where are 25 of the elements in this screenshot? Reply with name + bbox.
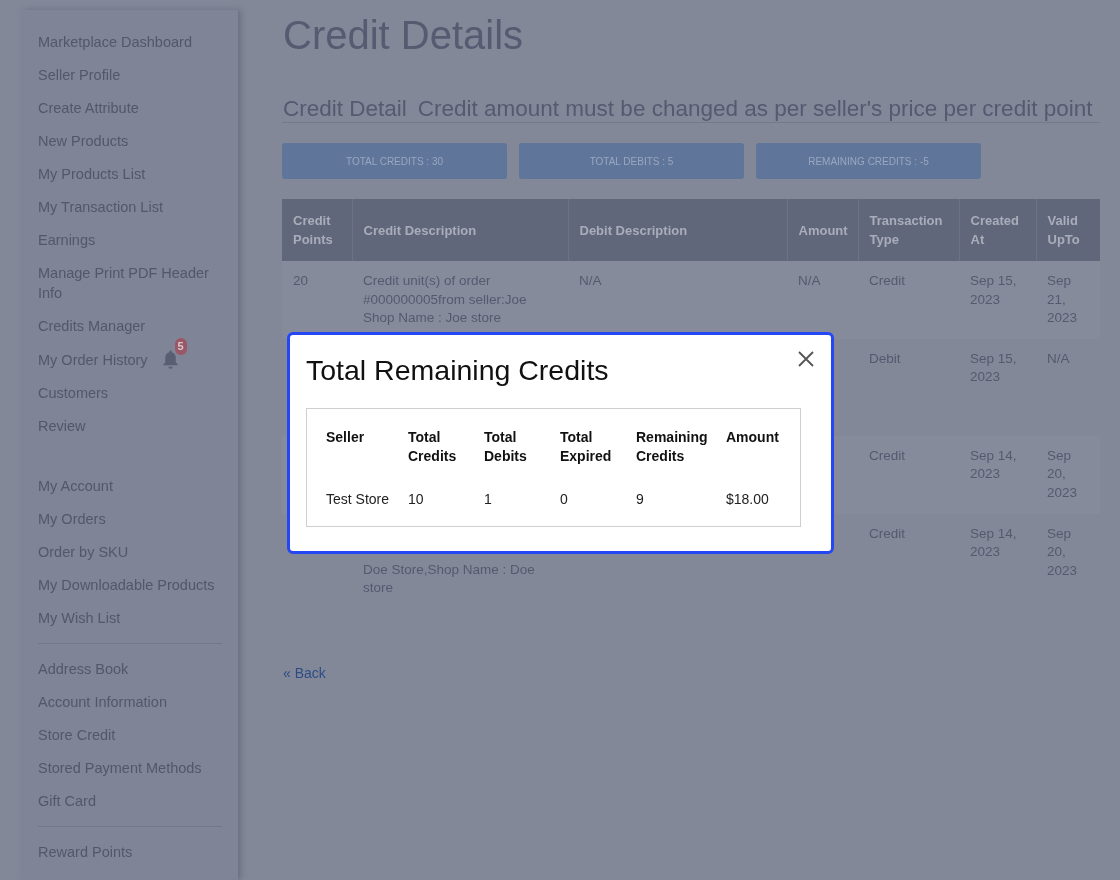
column-header: Total Credits — [408, 428, 458, 466]
column-header: Credit Points — [282, 199, 352, 261]
table-cell-text: 1 — [484, 490, 493, 509]
column-header: Seller — [326, 428, 366, 447]
table-cell-text: $18.00 — [726, 490, 770, 509]
column-header: Remaining Credits — [636, 428, 709, 466]
table-cell-text: Test Store — [326, 490, 391, 509]
column-header: Credit Description — [352, 199, 568, 261]
summary-button[interactable]: TOTAL CREDITS : 30 — [282, 143, 507, 179]
column-header: Created At — [959, 199, 1036, 261]
table-cell-text: 0 — [560, 490, 569, 509]
modal-title: Total Remaining Credits — [306, 353, 609, 388]
column-header: Total Debits — [484, 428, 528, 466]
column-header: Debit Description — [568, 199, 787, 261]
column-header: Amount — [726, 428, 780, 447]
table-cell-text: 10 — [408, 490, 425, 509]
notification-badge: 5 — [174, 338, 187, 355]
column-header: Amount — [787, 199, 858, 261]
column-header: Total Expired — [560, 428, 613, 466]
close-button[interactable] — [797, 350, 815, 368]
table-cell-text: 9 — [636, 490, 645, 509]
back-link[interactable]: « Back — [283, 663, 326, 682]
close-icon — [798, 351, 814, 367]
column-header: Valid UpTo — [1036, 199, 1100, 261]
column-header: Transaction Type — [858, 199, 959, 261]
